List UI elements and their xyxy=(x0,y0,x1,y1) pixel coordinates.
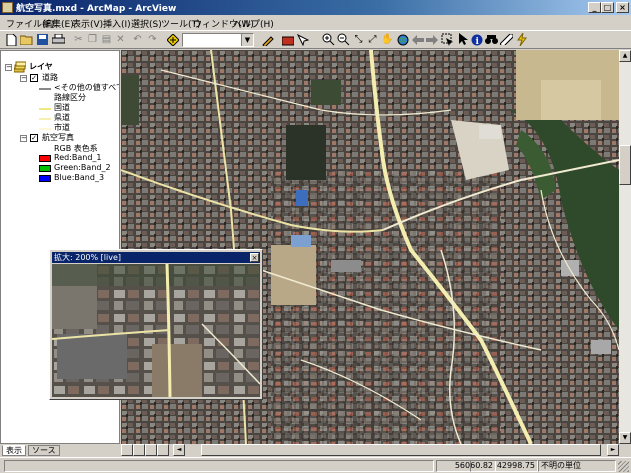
cut-icon[interactable]: ✂ xyxy=(72,33,85,46)
collapse-aerial-photo-icon[interactable]: − xyxy=(20,135,27,142)
pan-hand-icon[interactable]: ✋ xyxy=(381,33,394,46)
data-frame-label[interactable]: レイヤ xyxy=(29,62,53,72)
status-map-units: 不明の単位 xyxy=(538,460,616,472)
roads-visibility-checkbox[interactable]: ✓ xyxy=(30,74,38,82)
maximize-button[interactable]: □ xyxy=(601,2,614,13)
blue-band-swatch[interactable] xyxy=(39,175,51,182)
roads-layer-name[interactable]: 道路 xyxy=(42,73,58,83)
vertical-scroll-thumb[interactable] xyxy=(619,145,631,185)
green-band-swatch[interactable] xyxy=(39,165,51,172)
scroll-down-arrow-icon[interactable]: ▼ xyxy=(619,432,631,444)
tab-display[interactable]: 表示 xyxy=(2,445,26,456)
municipal-road-label: 市道 xyxy=(54,123,70,132)
forward-extent-arrow-icon[interactable] xyxy=(425,33,438,46)
status-message xyxy=(4,460,434,472)
copy-icon[interactable]: ❐ xyxy=(86,33,99,46)
back-extent-arrow-icon[interactable] xyxy=(411,33,424,46)
refresh-view-icon[interactable] xyxy=(145,444,157,456)
national-road-label: 国道 xyxy=(54,103,70,112)
vertical-scrollbar[interactable]: ▲ ▼ xyxy=(619,50,631,444)
layers-icon xyxy=(14,61,26,73)
data-view-icon[interactable] xyxy=(121,444,133,456)
red-band-label: Red:Band_1 xyxy=(54,153,102,162)
tab-source[interactable]: ソース xyxy=(28,445,60,456)
undo-icon[interactable]: ↶ xyxy=(131,33,144,46)
layout-view-icon[interactable] xyxy=(133,444,145,456)
pause-drawing-icon[interactable] xyxy=(157,444,169,456)
redo-icon[interactable]: ↷ xyxy=(146,33,159,46)
arcmap-app-icon[interactable] xyxy=(2,2,13,13)
whats-this-icon[interactable] xyxy=(296,33,309,46)
collapse-layers-icon[interactable]: − xyxy=(5,64,12,71)
resize-grip-icon[interactable] xyxy=(618,461,629,472)
editor-toolbar-icon[interactable] xyxy=(261,33,274,46)
prefectural-road-symbol[interactable] xyxy=(39,118,51,120)
scroll-up-arrow-icon[interactable]: ▲ xyxy=(619,50,631,62)
add-data-icon[interactable] xyxy=(166,33,179,46)
new-document-icon[interactable] xyxy=(5,33,18,46)
status-bar: 56060.82 42998.75 不明の単位 xyxy=(0,457,631,473)
scroll-left-arrow-icon[interactable]: ◄ xyxy=(173,444,185,456)
aerial-photo-layer-name[interactable]: 航空写真 xyxy=(42,133,74,143)
menu-insert[interactable]: 挿入(I) xyxy=(103,17,131,30)
chevron-down-icon[interactable]: ▼ xyxy=(241,34,253,46)
measure-icon[interactable] xyxy=(500,33,513,46)
save-icon[interactable] xyxy=(36,33,49,46)
window-title: 航空写真.mxd - ArcMap - ArcView xyxy=(16,4,177,14)
print-icon[interactable] xyxy=(52,33,65,46)
hyperlink-lightning-icon[interactable] xyxy=(515,33,528,46)
svg-text:i: i xyxy=(475,37,479,46)
default-line-symbol[interactable] xyxy=(39,88,51,90)
collapse-roads-icon[interactable]: − xyxy=(20,75,27,82)
find-binoculars-icon[interactable] xyxy=(485,33,498,46)
select-elements-pointer-icon[interactable] xyxy=(456,33,469,46)
prefectural-road-label: 県道 xyxy=(54,113,70,122)
menu-edit[interactable]: 編集(E) xyxy=(43,17,74,30)
blue-band-label: Blue:Band_3 xyxy=(54,173,105,182)
menu-bar: ファイル(F) 編集(E) 表示(V) 挿入(I) 選択(S) ツール(T) ウ… xyxy=(0,15,631,30)
toc-tabs: 表示 ソース xyxy=(0,445,120,457)
default-symbol-label: <その他の値すべて> xyxy=(54,83,119,92)
title-bar: 航空写真.mxd - ArcMap - ArcView _ □ × xyxy=(0,0,631,15)
green-band-label: Green:Band_2 xyxy=(54,163,111,172)
magnifier-view[interactable] xyxy=(52,264,260,397)
menu-view[interactable]: 表示(V) xyxy=(72,17,103,30)
national-road-symbol[interactable] xyxy=(39,108,51,110)
fixed-zoom-in-icon[interactable]: ⤡ xyxy=(352,33,365,46)
zoom-in-icon[interactable] xyxy=(322,33,335,46)
magnifier-title: 拡大: 200% [live] xyxy=(54,253,121,262)
municipal-road-symbol[interactable] xyxy=(39,128,51,130)
menu-selection[interactable]: 選択(S) xyxy=(131,17,162,30)
open-folder-icon[interactable] xyxy=(20,33,33,46)
menu-help[interactable]: ヘルプ(H) xyxy=(233,17,274,30)
magnifier-close-button[interactable]: × xyxy=(250,253,259,262)
aerial-photo-visibility-checkbox[interactable]: ✓ xyxy=(30,134,38,142)
standard-toolbar: ✂ ❐ ▤ ✕ ↶ ↷ ▼ ⤡ ⤢ ✋ i xyxy=(0,30,631,49)
road-field-label: 路線区分 xyxy=(54,93,86,102)
map-scale-combo[interactable]: ▼ xyxy=(182,33,254,47)
scroll-right-arrow-icon[interactable]: ► xyxy=(607,444,619,456)
horizontal-scroll-thumb[interactable] xyxy=(201,444,601,456)
close-button[interactable]: × xyxy=(616,2,629,13)
arctoolbox-icon[interactable] xyxy=(281,33,294,46)
zoom-out-icon[interactable] xyxy=(337,33,350,46)
magnifier-window[interactable]: 拡大: 200% [live] × xyxy=(49,249,263,400)
full-extent-globe-icon[interactable] xyxy=(396,33,409,46)
status-y-coordinate: 42998.75 xyxy=(470,460,538,472)
paste-icon[interactable]: ▤ xyxy=(100,33,113,46)
identify-icon[interactable]: i xyxy=(470,33,483,46)
red-band-swatch[interactable] xyxy=(39,155,51,162)
horizontal-scrollbar[interactable]: ◄ ► xyxy=(121,444,619,457)
select-features-icon[interactable] xyxy=(441,33,454,46)
fixed-zoom-out-icon[interactable]: ⤢ xyxy=(366,33,379,46)
delete-icon[interactable]: ✕ xyxy=(114,33,127,46)
minimize-button[interactable]: _ xyxy=(588,2,601,13)
magnifier-title-bar[interactable]: 拡大: 200% [live] × xyxy=(52,252,260,263)
